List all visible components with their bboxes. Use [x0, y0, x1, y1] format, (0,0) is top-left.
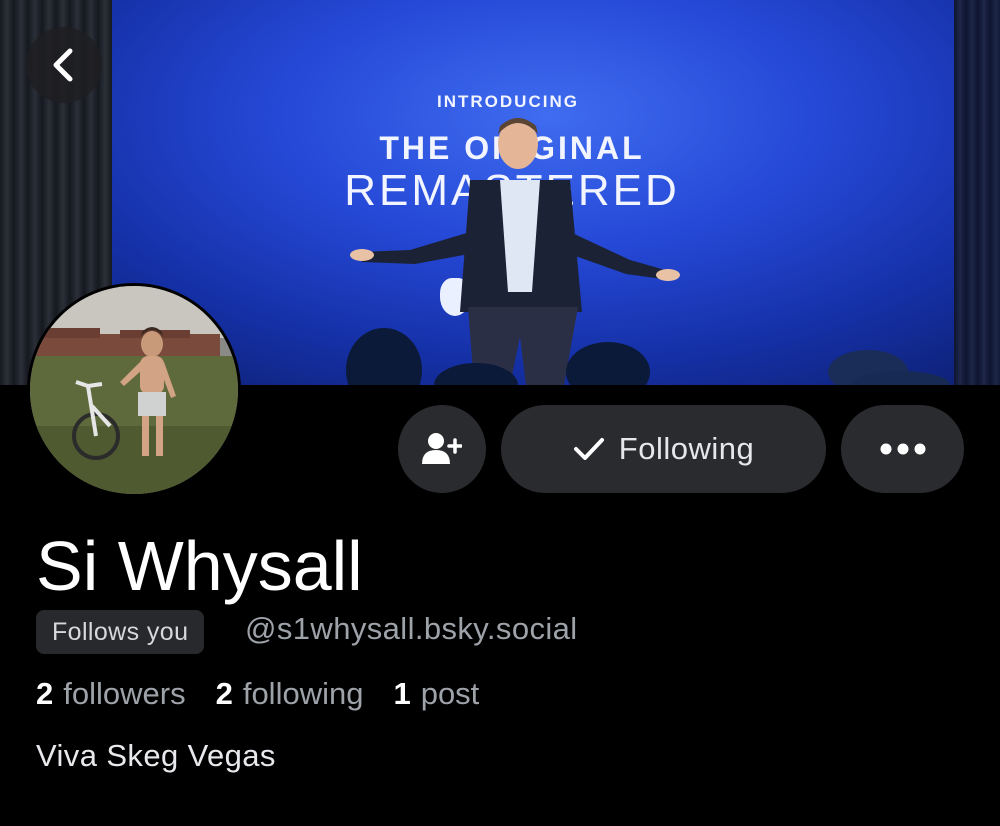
profile-handle: @s1whysall.bsky.social	[245, 611, 578, 646]
posts-label: post	[420, 676, 480, 711]
followers-stat[interactable]: 2 followers	[36, 676, 186, 712]
checkmark-icon	[573, 438, 604, 460]
profile-display-name: Si Whysall	[36, 527, 363, 605]
following-stat[interactable]: 2 following	[216, 676, 364, 712]
following-label: following	[242, 676, 364, 711]
followers-label: followers	[63, 676, 186, 711]
follows-you-badge: Follows you	[36, 610, 205, 654]
following-count: 2	[215, 676, 233, 711]
back-button[interactable]	[26, 27, 102, 103]
profile-avatar[interactable]	[27, 283, 241, 497]
following-button[interactable]: Following	[501, 405, 826, 493]
avatar-photo	[30, 286, 238, 494]
add-to-list-button[interactable]	[398, 405, 486, 493]
profile-bio: Viva Skeg Vegas	[36, 738, 276, 773]
more-options-button[interactable]	[841, 405, 964, 493]
posts-stat: 1 post	[393, 676, 479, 712]
ellipsis-icon	[880, 443, 925, 455]
posts-count: 1	[393, 676, 411, 711]
person-plus-icon	[422, 433, 462, 464]
profile-stats: 2 followers 2 following 1 post	[36, 676, 509, 712]
followers-count: 2	[36, 676, 54, 711]
chevron-left-icon	[53, 48, 73, 82]
following-button-label: Following	[618, 431, 755, 466]
